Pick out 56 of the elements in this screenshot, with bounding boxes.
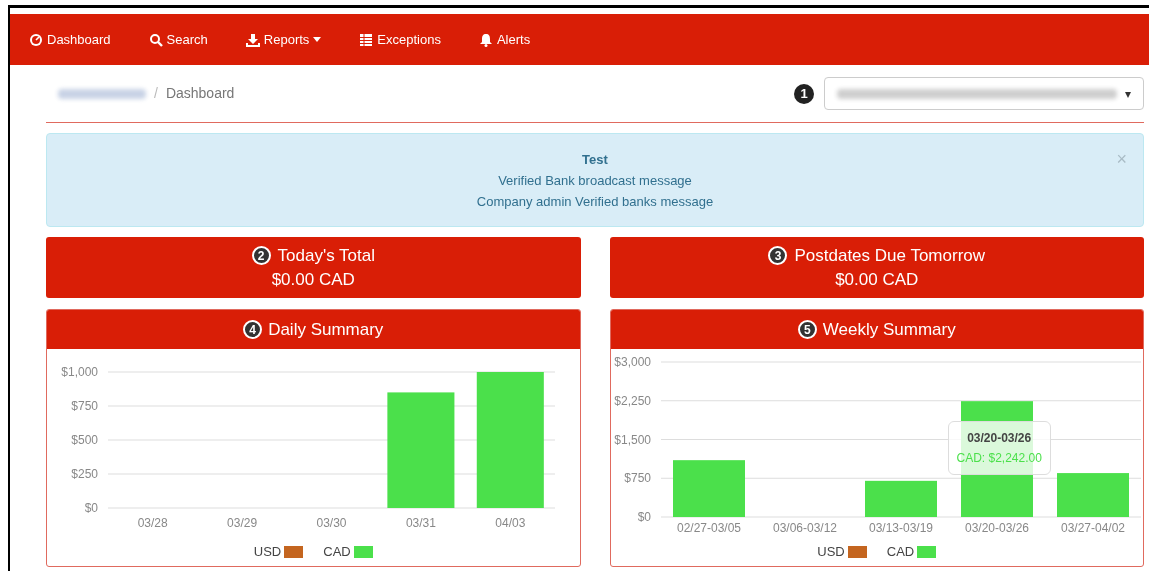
axis-label: 03/06-03/12 (772, 521, 837, 535)
axis-label: $1,500 (613, 432, 651, 447)
table-icon (359, 32, 374, 47)
total-amount: $0.00 CAD (835, 268, 919, 291)
card-title: Weekly Summary (822, 318, 956, 341)
legend-label: CAD (886, 543, 915, 561)
axis-label: $250 (71, 467, 98, 481)
axis-label: $750 (71, 399, 98, 413)
axis-label: 03/20-03/26 (964, 521, 1029, 535)
alert-title: Test (582, 150, 608, 169)
card-title: Today's Total (277, 244, 375, 267)
axis-label: $0 (84, 501, 98, 515)
axis-label: $0 (637, 510, 651, 524)
bell-icon (478, 32, 493, 47)
number-badge: 2 (251, 246, 271, 265)
gauge-icon (29, 32, 43, 47)
blurred-breadcrumb-link[interactable] (58, 88, 146, 99)
alert-message: Verified Bank broadcast message (498, 171, 692, 190)
download-icon (245, 32, 260, 47)
axis-label: 03/29 (227, 516, 258, 530)
axis-label: 02/27-03/05 (676, 521, 741, 535)
axis-label: 03/31 (405, 516, 436, 530)
axis-label: $500 (71, 433, 98, 447)
search-icon (148, 32, 163, 47)
company-select[interactable]: ▾ (824, 77, 1144, 110)
number-badge: 1 (794, 83, 814, 104)
card-title: Postdates Due Tomorrow (794, 244, 986, 267)
legend-label: USD (253, 543, 282, 561)
tooltip-title: 03/20-03/26 (966, 430, 1033, 447)
total-amount: $0.00 CAD (271, 268, 355, 291)
axis-label: $1,000 (61, 365, 98, 379)
axis-label: 03/27-04/02 (1060, 521, 1125, 535)
legend-label: USD (817, 543, 845, 561)
axis-label: $2,250 (613, 393, 651, 408)
number-badge: 3 (768, 246, 788, 265)
number-badge: 5 (797, 320, 817, 339)
axis-label: $750 (623, 471, 651, 486)
alert-message: Company admin Verified banks message (476, 192, 714, 211)
axis-label: 03/13-03/19 (868, 521, 933, 535)
breadcrumb-current: Dashboard (165, 84, 235, 103)
nav-item[interactable]: Exceptions (359, 29, 441, 50)
nav-item[interactable]: Alerts (478, 29, 531, 50)
nav-item[interactable]: Dashboard (29, 29, 111, 50)
axis-label: 03/30 (316, 516, 347, 530)
tooltip-value: CAD: $2,242.00 (956, 450, 1042, 467)
legend-label: CAD (323, 543, 351, 561)
nav-item[interactable]: Reports (245, 29, 322, 50)
number-badge: 4 (243, 320, 263, 339)
caret-icon: ▾ (1125, 84, 1131, 103)
axis-label: 04/03 (495, 516, 526, 530)
axis-label: $3,000 (613, 355, 651, 369)
card-title: Daily Summary (268, 318, 384, 341)
axis-label: 03/28 (137, 516, 168, 530)
breadcrumb-separator: / (154, 84, 158, 103)
caret-icon (313, 37, 322, 42)
nav-item[interactable]: Search (148, 29, 208, 50)
